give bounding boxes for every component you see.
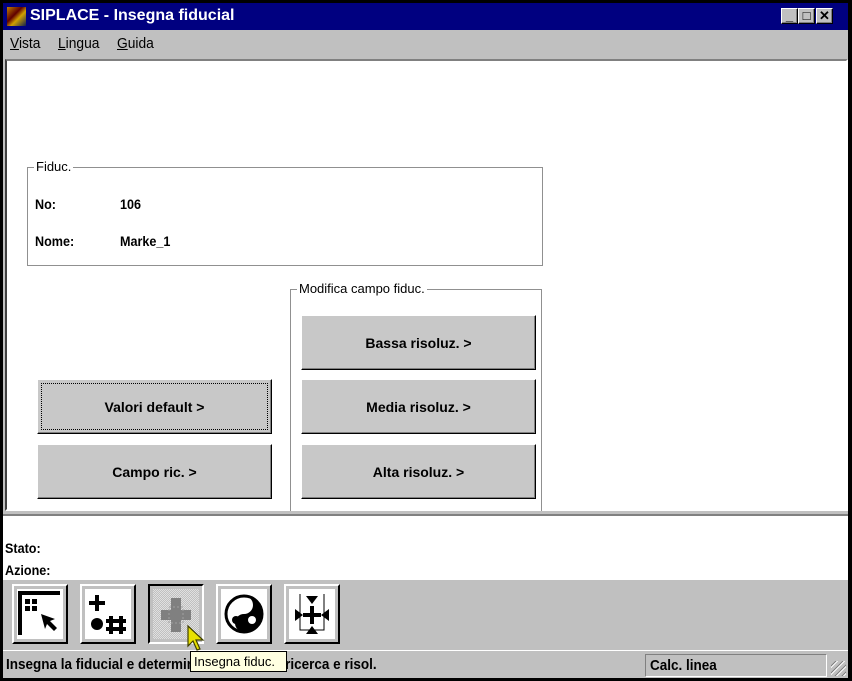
close-button[interactable]: ✕ [816, 8, 833, 24]
menu-bar: Vista Lingua Guida [3, 30, 848, 57]
medium-resolution-button[interactable]: Media risoluz. > [301, 379, 536, 434]
fiduc-group-label: Fiduc. [34, 159, 74, 174]
title-bar[interactable]: SIPLACE - Insegna fiducial _ □ ✕ [3, 3, 848, 30]
toolbar-button-select[interactable] [12, 584, 68, 644]
name-label: Nome: [35, 233, 75, 249]
no-value: 106 [120, 196, 142, 212]
action-label: Azione: [5, 562, 51, 578]
yin-yang-icon [224, 594, 264, 634]
status-bar: Insegna la fiducial e determina pos. cam… [3, 650, 848, 678]
fiduc-group [27, 167, 543, 266]
cross-dot-hash-icon [89, 595, 126, 634]
search-field-button[interactable]: Campo ric. > [37, 444, 272, 499]
status-panel: Calc. linea [645, 654, 827, 677]
high-resolution-button[interactable]: Alta risoluz. > [301, 444, 536, 499]
tooltip: Insegna fiduc. [190, 651, 287, 672]
menu-guida[interactable]: Guida [117, 35, 154, 52]
modify-group-label: Modifica campo fiduc. [297, 281, 427, 296]
status-panel-text: Calc. linea [650, 657, 717, 674]
menu-vista[interactable]: Vista [10, 35, 40, 52]
toolbar [3, 580, 848, 650]
minimize-button[interactable]: _ [781, 8, 798, 24]
resize-grip[interactable] [831, 661, 846, 676]
name-value: Marke_1 [120, 233, 171, 249]
maximize-button[interactable]: □ [798, 8, 815, 24]
menu-lingua[interactable]: Lingua [58, 35, 99, 52]
low-resolution-button[interactable]: Bassa risoluz. > [301, 315, 536, 370]
window-title: SIPLACE - Insegna fiducial [30, 7, 235, 24]
mouse-cursor-icon [187, 624, 205, 651]
toolbar-button-contrast[interactable] [216, 584, 272, 644]
no-label: No: [35, 196, 56, 212]
select-pointer-icon [18, 591, 60, 635]
info-panel: Stato: Azione: [3, 514, 848, 580]
toolbar-button-center[interactable] [284, 584, 340, 644]
default-values-button[interactable]: Valori default > [37, 379, 272, 434]
state-label: Stato: [5, 540, 41, 556]
app-icon [7, 7, 26, 26]
center-arrows-icon [295, 594, 329, 634]
default-values-label: Valori default > [104, 398, 205, 415]
toolbar-button-marks[interactable] [80, 584, 136, 644]
